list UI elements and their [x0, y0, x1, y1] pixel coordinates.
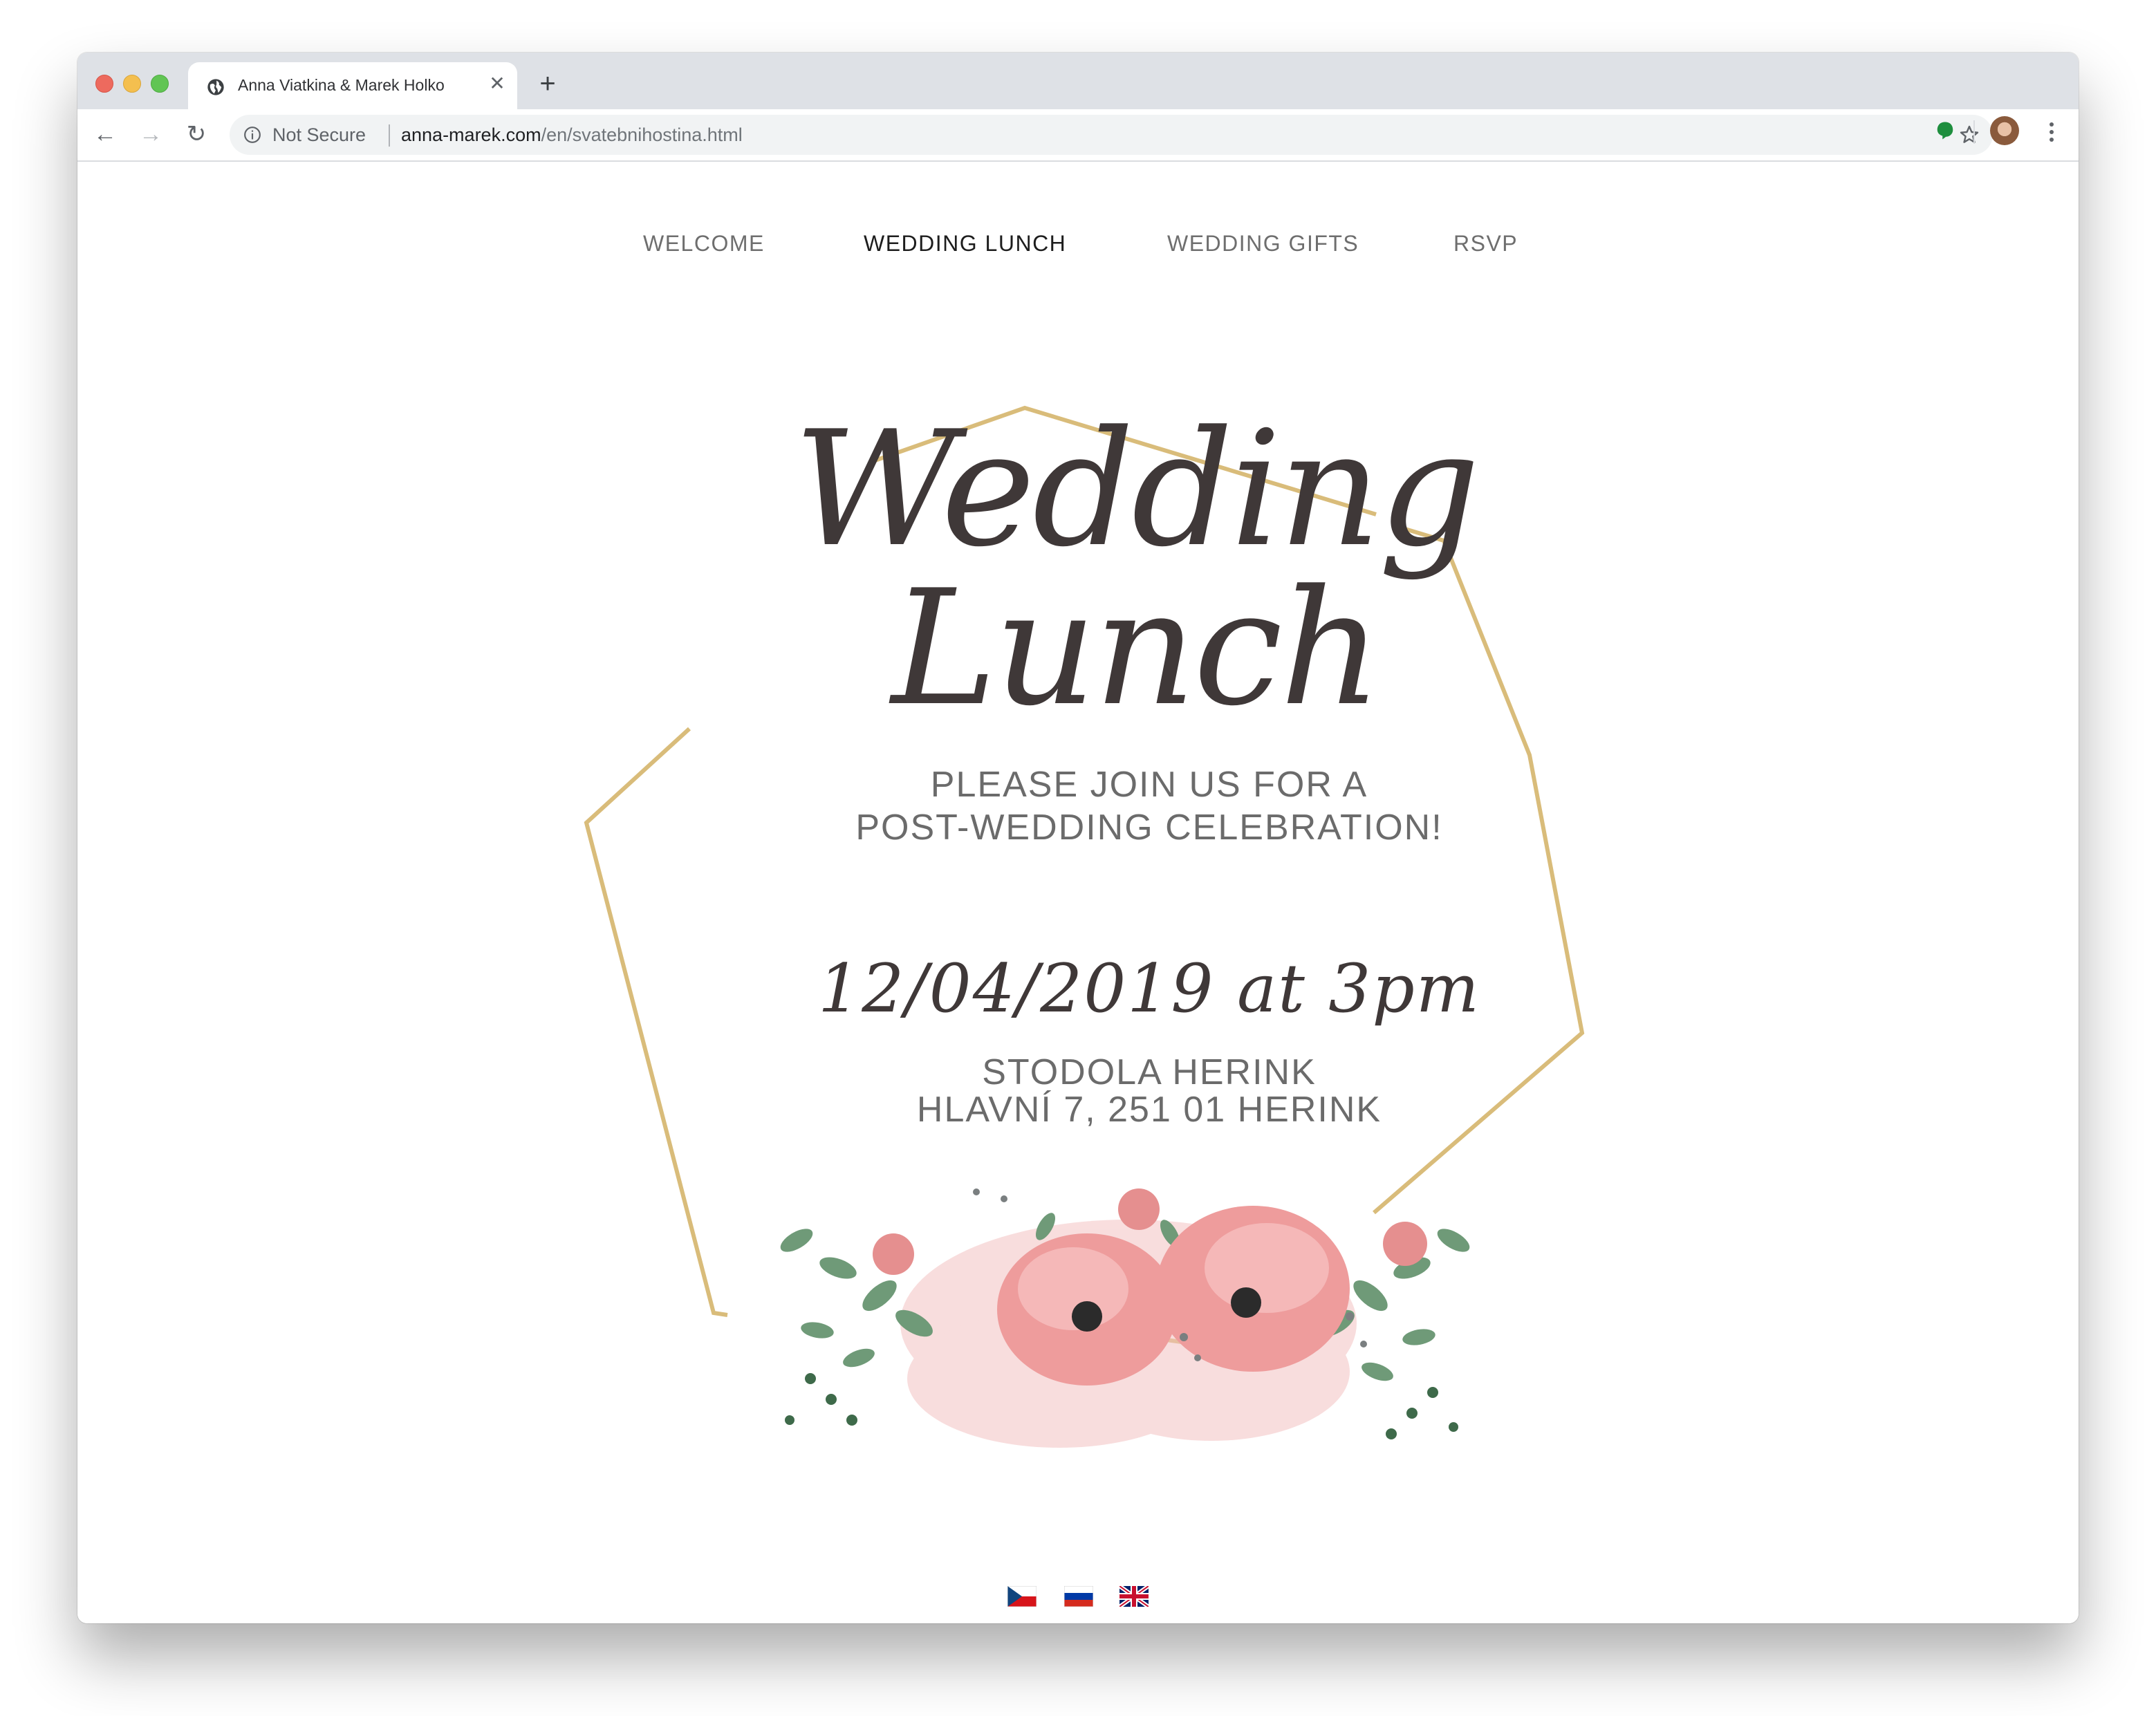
back-arrow-icon[interactable]: ← — [91, 120, 119, 148]
flag-czech-icon[interactable] — [1007, 1586, 1037, 1607]
invitation-line-1: PLEASE JOIN US FOR A — [930, 765, 1368, 805]
close-window-button[interactable] — [95, 75, 113, 93]
page-title: Wedding Lunch — [793, 398, 1480, 741]
toolbar-divider — [1973, 120, 1975, 144]
info-icon[interactable] — [243, 126, 261, 144]
url-divider — [389, 124, 390, 147]
invitation-text: PLEASE JOIN US FOR A POST-WEDDING CELEBR… — [561, 763, 1737, 849]
language-switcher — [1007, 1586, 1160, 1611]
invitation-line-2: POST-WEDDING CELEBRATION! — [855, 808, 1443, 848]
security-label[interactable]: Not Secure — [272, 124, 366, 146]
globe-icon — [207, 79, 224, 95]
profile-avatar[interactable] — [1990, 116, 2019, 145]
browser-window: Anna Viatkina & Marek Holko ✕ + ← → ↻ No… — [77, 53, 2079, 1623]
venue-address: STODOLA HERINK HLAVNÍ 7, 251 01 HERINK — [561, 1054, 1737, 1128]
extension-icon[interactable] — [1935, 120, 1955, 141]
maximize-window-button[interactable] — [151, 75, 169, 93]
bookmark-star-icon[interactable] — [1958, 124, 1980, 146]
browser-toolbar: ← → ↻ Not Secure anna-marek.com/en/svate… — [77, 109, 2079, 162]
browser-titlebar: Anna Viatkina & Marek Holko ✕ + — [77, 53, 2079, 109]
floral-bouquet-illustration — [780, 1188, 1470, 1448]
forward-arrow-icon[interactable]: → — [137, 120, 165, 148]
flag-russia-icon[interactable] — [1064, 1586, 1093, 1607]
url-path: /en/svatebnihostina.html — [541, 124, 743, 145]
tab-title: Anna Viatkina & Marek Holko — [238, 76, 445, 94]
event-date: 12/04/2019 at 3pm — [818, 950, 1480, 1027]
flag-uk-icon[interactable] — [1119, 1586, 1149, 1607]
venue-street: HLAVNÍ 7, 251 01 HERINK — [916, 1090, 1382, 1130]
page-viewport: WELCOME WEDDING LUNCH WEDDING GIFTS RSVP… — [77, 162, 2079, 1623]
address-bar[interactable]: Not Secure anna-marek.com/en/svatebnihos… — [230, 115, 1993, 155]
new-tab-button[interactable]: + — [535, 70, 560, 97]
browser-tab[interactable]: Anna Viatkina & Marek Holko ✕ — [188, 62, 517, 109]
venue-name: STODOLA HERINK — [982, 1052, 1317, 1092]
kebab-menu-icon[interactable] — [2041, 119, 2062, 145]
url-text[interactable]: anna-marek.com/en/svatebnihostina.html — [401, 124, 743, 146]
reload-icon[interactable]: ↻ — [183, 120, 210, 148]
close-tab-icon[interactable]: ✕ — [487, 73, 508, 94]
url-host: anna-marek.com — [401, 124, 541, 145]
minimize-window-button[interactable] — [123, 75, 141, 93]
